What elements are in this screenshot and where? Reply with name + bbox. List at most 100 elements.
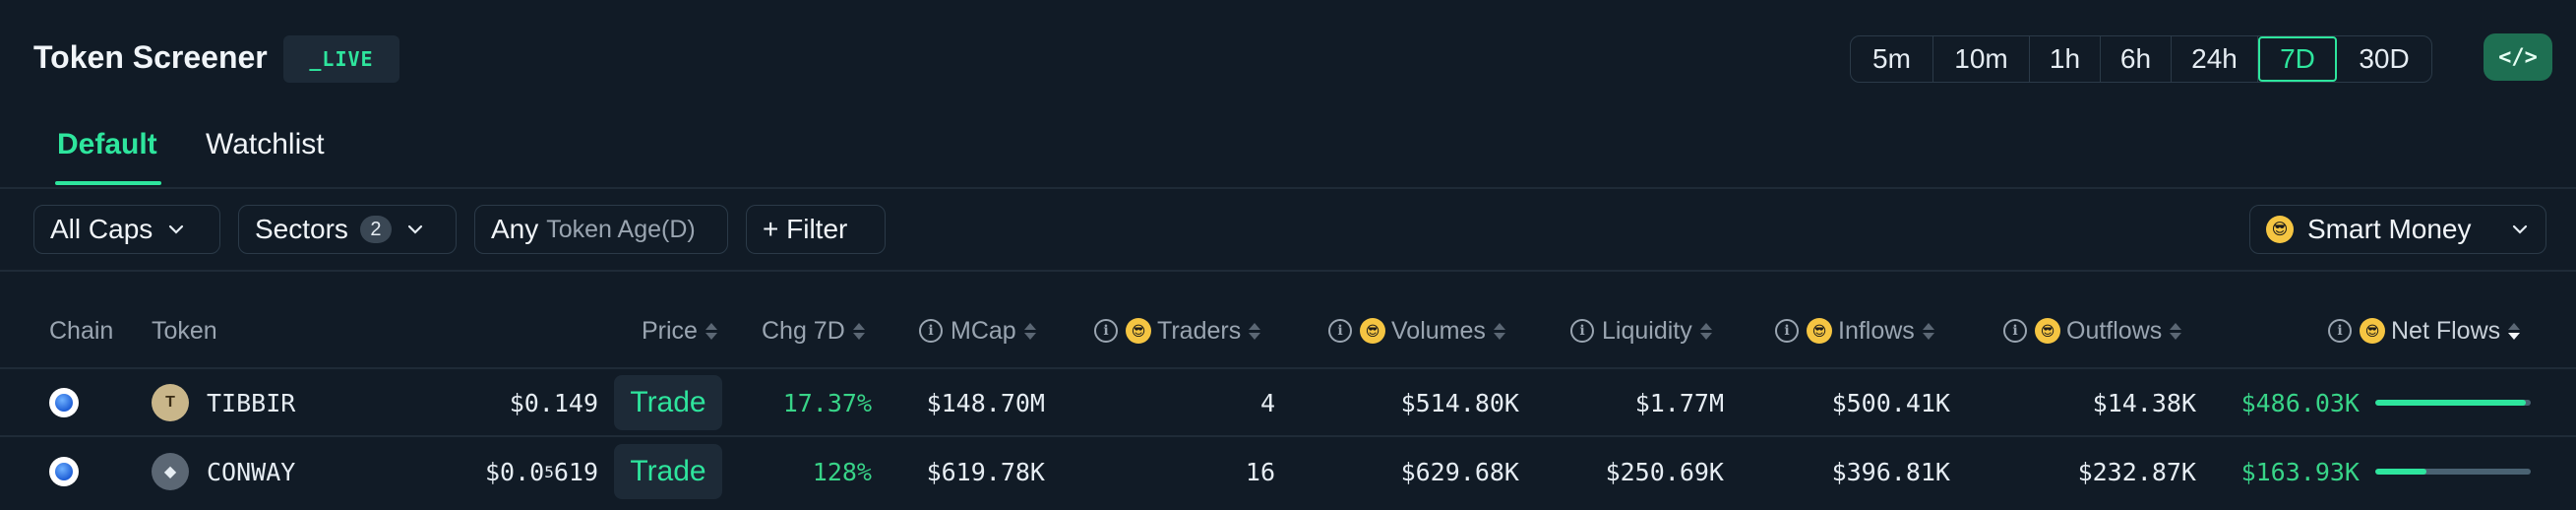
- mcap-cell: $148.70M: [926, 388, 1045, 417]
- column-header-volumes[interactable]: i 😎 Volumes: [1328, 313, 1505, 349]
- tab-watchlist[interactable]: Watchlist: [206, 128, 325, 161]
- column-header-traders[interactable]: i 😎 Traders: [1094, 313, 1261, 349]
- column-header-change[interactable]: Chg 7D: [762, 313, 865, 349]
- sort-desc-icon: [2508, 322, 2521, 340]
- base-chain-icon: [49, 457, 79, 486]
- base-chain-icon: [49, 388, 79, 417]
- column-header-change-label: Chg 7D: [762, 316, 845, 345]
- time-range-selector: 5m 10m 1h 6h 24h 7D 30D: [1850, 35, 2432, 83]
- sunglasses-icon: 😎: [2035, 318, 2060, 344]
- column-header-net-flows-label: Net Flows: [2391, 316, 2501, 345]
- trade-button[interactable]: Trade: [614, 444, 722, 499]
- column-header-mcap[interactable]: i MCap: [919, 313, 1036, 349]
- sort-icon: [1922, 322, 1934, 340]
- token-cell[interactable]: ◆ CONWAY: [152, 437, 295, 506]
- add-filter-button[interactable]: + Filter: [746, 205, 886, 254]
- code-icon[interactable]: </>: [2484, 33, 2552, 81]
- smart-money-label: Smart Money: [2307, 214, 2472, 244]
- smart-money-dropdown[interactable]: 😎 Smart Money: [2249, 205, 2546, 254]
- chevron-down-icon: [169, 224, 184, 234]
- token-age-label: Token Age(D): [546, 215, 696, 243]
- time-range-5m[interactable]: 5m: [1851, 36, 1933, 82]
- column-header-volumes-label: Volumes: [1391, 316, 1486, 345]
- column-header-mcap-label: MCap: [951, 316, 1016, 345]
- chain-cell: [49, 368, 79, 437]
- time-range-6h[interactable]: 6h: [2101, 36, 2172, 82]
- caps-label: All Caps: [50, 214, 153, 244]
- sort-icon: [705, 322, 717, 340]
- price-zero-count: 5: [544, 462, 554, 481]
- sort-icon: [852, 322, 865, 340]
- column-header-price[interactable]: Price: [642, 313, 717, 349]
- token-avatar: ◆: [152, 453, 189, 490]
- chevron-down-icon: [2512, 224, 2528, 234]
- info-icon: i: [2328, 319, 2352, 343]
- price-cell: $0.149: [509, 388, 598, 417]
- time-range-10m[interactable]: 10m: [1933, 36, 2030, 82]
- time-range-7d[interactable]: 7D: [2258, 36, 2337, 82]
- change-cell: 17.37%: [782, 388, 872, 417]
- outflows-cell: $232.87K: [2077, 457, 2196, 486]
- price-prefix: $0.0: [484, 457, 545, 486]
- outflows-cell: $14.38K: [2092, 388, 2196, 417]
- net-flow-bar-fill: [2375, 469, 2427, 475]
- sort-icon: [2170, 322, 2182, 340]
- net-flow-bar-fill: [2375, 400, 2527, 406]
- column-header-chain: Chain: [49, 316, 114, 345]
- price-suffix: 619: [553, 457, 598, 486]
- sort-icon: [1493, 322, 1505, 340]
- time-range-30d[interactable]: 30D: [2337, 36, 2431, 82]
- active-tab-indicator: [55, 181, 161, 185]
- caps-dropdown[interactable]: All Caps: [33, 205, 220, 254]
- trade-cell: Trade: [614, 437, 722, 506]
- column-header-inflows[interactable]: i 😎 Inflows: [1775, 313, 1934, 349]
- sectors-label: Sectors: [255, 214, 348, 244]
- liquidity-cell: $250.69K: [1605, 457, 1724, 486]
- token-cell[interactable]: T TIBBIR: [152, 368, 295, 437]
- trade-cell: Trade: [614, 368, 722, 437]
- volumes-cell: $514.80K: [1400, 388, 1519, 417]
- divider: [0, 187, 2576, 189]
- inflows-cell: $396.81K: [1831, 457, 1950, 486]
- volumes-cell: $629.68K: [1400, 457, 1519, 486]
- chain-cell: [49, 437, 79, 506]
- table-row[interactable]: ◆ CONWAY $0.0 5 619 Trade 128% $619.78K 16…: [0, 437, 2576, 506]
- inflows-cell: $500.41K: [1831, 388, 1950, 417]
- sort-icon: [1249, 322, 1261, 340]
- live-badge: _LIVE: [283, 35, 399, 83]
- token-age-value: Any: [491, 214, 539, 244]
- sunglasses-icon: 😎: [1807, 318, 1832, 344]
- column-header-liquidity-label: Liquidity: [1602, 316, 1692, 345]
- token-age-filter[interactable]: Any Token Age(D): [474, 205, 728, 254]
- net-flows-cell: $163.93K: [2240, 457, 2360, 486]
- trade-button[interactable]: Trade: [614, 375, 722, 430]
- token-avatar: T: [152, 384, 189, 421]
- info-icon: i: [1094, 319, 1118, 343]
- table-row[interactable]: T TIBBIR $0.149 Trade 17.37% $148.70M 4 …: [0, 368, 2576, 437]
- traders-cell: 16: [1245, 457, 1275, 486]
- net-flows-cell: $486.03K: [2240, 388, 2360, 417]
- time-range-24h[interactable]: 24h: [2172, 36, 2258, 82]
- sort-icon: [1699, 322, 1712, 340]
- info-icon: i: [1328, 319, 1352, 343]
- sort-icon: [1023, 322, 1036, 340]
- column-header-outflows-label: Outflows: [2066, 316, 2163, 345]
- time-range-1h[interactable]: 1h: [2030, 36, 2101, 82]
- liquidity-cell: $1.77M: [1634, 388, 1724, 417]
- sectors-count-badge: 2: [359, 216, 392, 243]
- column-header-outflows[interactable]: i 😎 Outflows: [2003, 313, 2182, 349]
- net-flow-bar: [2375, 368, 2531, 437]
- column-header-net-flows[interactable]: i 😎 Net Flows: [2328, 313, 2521, 349]
- sectors-dropdown[interactable]: Sectors 2: [238, 205, 457, 254]
- sunglasses-icon: 😎: [2266, 216, 2294, 243]
- tab-default[interactable]: Default: [57, 128, 157, 161]
- token-name: CONWAY: [207, 457, 296, 486]
- mcap-cell: $619.78K: [926, 457, 1045, 486]
- info-icon: i: [919, 319, 943, 343]
- net-flow-bar-track: [2375, 469, 2531, 475]
- column-header-liquidity[interactable]: i Liquidity: [1570, 313, 1712, 349]
- price-cell: $0.0 5 619: [453, 437, 598, 506]
- sunglasses-icon: 😎: [1126, 318, 1151, 344]
- column-header-traders-label: Traders: [1157, 316, 1242, 345]
- sunglasses-icon: 😎: [1360, 318, 1385, 344]
